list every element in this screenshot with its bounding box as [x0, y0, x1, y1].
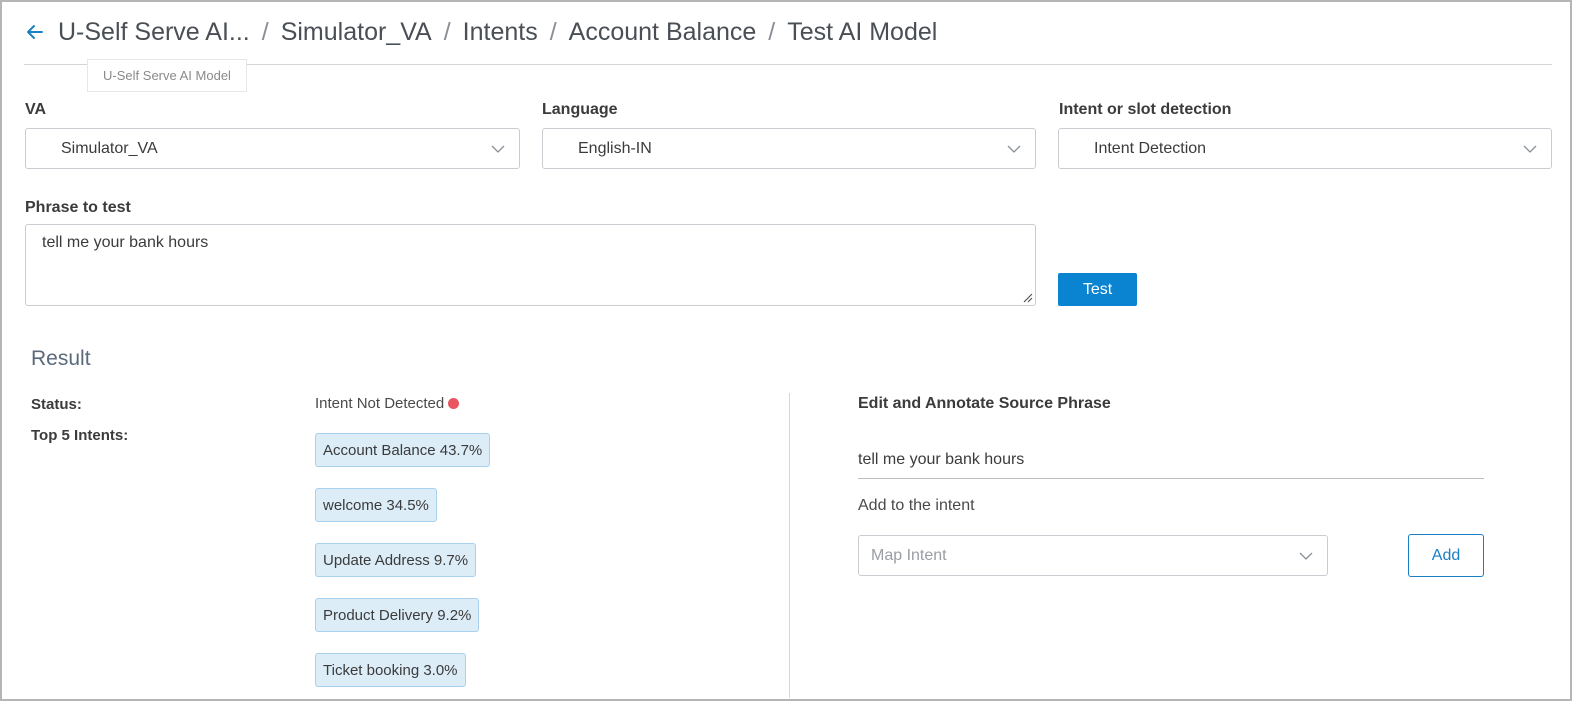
breadcrumb-separator: / [768, 17, 776, 46]
phrase-textarea[interactable]: tell me your bank hours [25, 224, 1036, 306]
language-select-value: English-IN [578, 139, 652, 157]
va-label: VA [25, 101, 47, 118]
detection-label: Intent or slot detection [1059, 101, 1232, 118]
breadcrumb-item-intent[interactable]: Account Balance [569, 18, 757, 47]
map-intent-placeholder: Map Intent [871, 546, 947, 564]
intent-chip[interactable]: Update Address 9.7% [315, 543, 477, 577]
phrase-label: Phrase to test [25, 199, 131, 216]
detection-select[interactable]: Intent Detection [1058, 128, 1552, 169]
arrow-left-icon[interactable] [22, 19, 48, 45]
add-button[interactable]: Add [1408, 534, 1484, 577]
va-select[interactable]: Simulator_VA [25, 128, 520, 169]
source-phrase-input[interactable]: tell me your bank hours [858, 442, 1484, 479]
breadcrumb: U-Self Serve AI... / Simulator_VA / Inte… [22, 14, 937, 50]
status-dot-icon [448, 398, 460, 409]
source-phrase-text: tell me your bank hours [858, 451, 1025, 468]
chevron-down-icon [1299, 552, 1313, 560]
breadcrumb-item-va[interactable]: Simulator_VA [281, 18, 432, 47]
resize-handle-icon[interactable] [1023, 293, 1033, 303]
chevron-down-icon [1523, 145, 1537, 153]
status-text: Intent Not Detected [315, 395, 445, 412]
chevron-down-icon [491, 145, 505, 153]
phrase-text: tell me your bank hours [42, 234, 209, 251]
add-to-intent-label: Add to the intent [858, 497, 975, 514]
breadcrumb-item-intents[interactable]: Intents [463, 18, 538, 47]
breadcrumb-tooltip: U-Self Serve AI Model [87, 59, 247, 92]
breadcrumb-separator: / [443, 17, 451, 46]
breadcrumb-separator: / [261, 17, 269, 46]
intent-chip[interactable]: welcome 34.5% [315, 488, 437, 522]
test-button[interactable]: Test [1058, 273, 1137, 306]
window-frame [0, 0, 1572, 701]
vertical-divider [789, 393, 790, 698]
va-select-value: Simulator_VA [61, 139, 158, 157]
detection-select-value: Intent Detection [1094, 139, 1207, 157]
result-title: Result [31, 347, 91, 370]
map-intent-select[interactable]: Map Intent [858, 535, 1328, 576]
intent-chip[interactable]: Ticket booking 3.0% [315, 653, 466, 687]
top-intents-label: Top 5 Intents: [31, 427, 129, 444]
chevron-down-icon [1007, 145, 1021, 153]
intent-chip[interactable]: Product Delivery 9.2% [315, 598, 480, 632]
intent-chip[interactable]: Account Balance 43.7% [315, 433, 491, 467]
language-label: Language [542, 101, 618, 118]
status-label: Status: [31, 396, 82, 413]
annotate-title: Edit and Annotate Source Phrase [858, 395, 1111, 412]
page-title: Test AI Model [787, 17, 938, 46]
breadcrumb-item-model[interactable]: U-Self Serve AI... [58, 18, 250, 47]
breadcrumb-separator: / [549, 17, 557, 46]
status-value: Intent Not Detected [315, 395, 460, 412]
language-select[interactable]: English-IN [542, 128, 1036, 169]
header-divider [24, 64, 1552, 65]
